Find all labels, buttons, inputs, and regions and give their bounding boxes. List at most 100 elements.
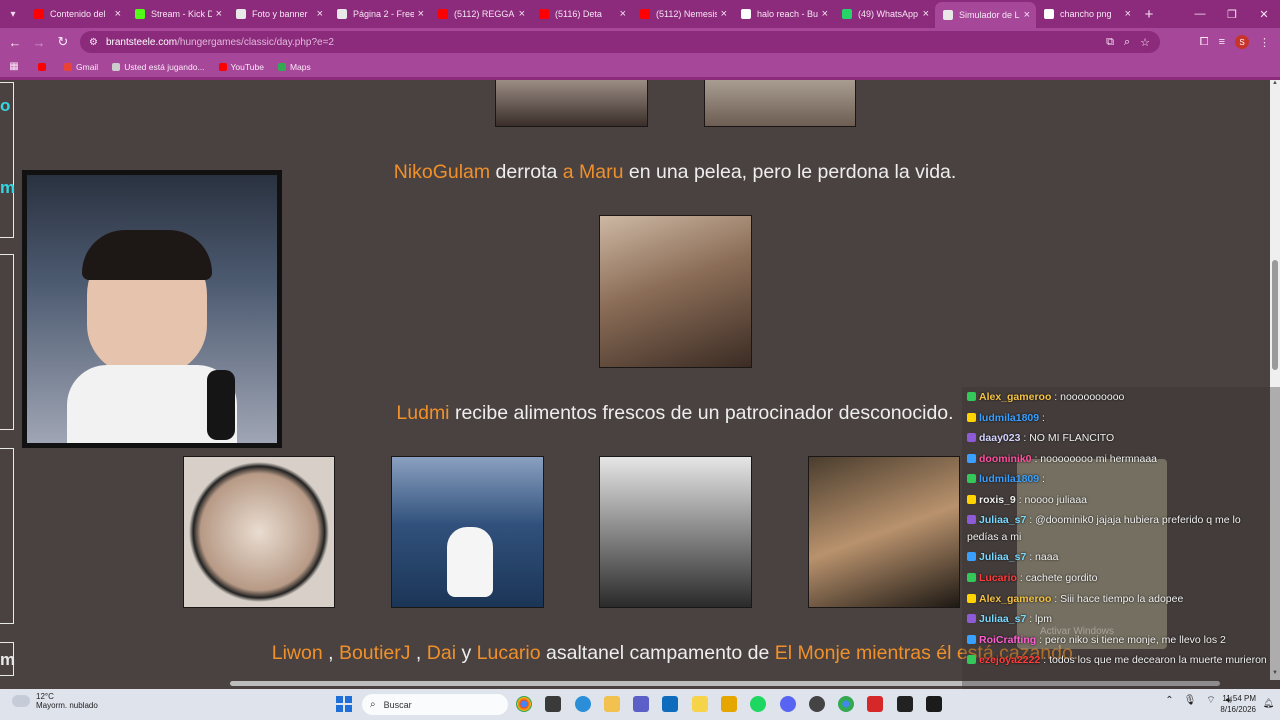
close-tab-icon[interactable]: ×	[418, 8, 424, 20]
chat-username: ludmila1809	[979, 412, 1040, 424]
chat-badge-icon	[967, 515, 976, 524]
close-window-icon[interactable]: ✕	[1248, 0, 1280, 28]
tribute-photo	[599, 456, 752, 608]
tab-search-icon[interactable]: ▾	[0, 0, 26, 28]
restore-icon[interactable]: ❐	[1216, 0, 1248, 28]
spotify-icon[interactable]	[750, 696, 766, 712]
browser-tab[interactable]: Página 2 - Free ×	[329, 0, 430, 28]
bookmark-item[interactable]: Usted está jugando...	[112, 62, 205, 72]
tribute-name: Ludmi	[396, 402, 450, 424]
network-icon[interactable]: ⌔	[1206, 694, 1215, 707]
teams-icon[interactable]	[633, 696, 649, 712]
chrome-icon[interactable]	[516, 696, 532, 712]
close-tab-icon[interactable]: ×	[923, 8, 929, 20]
discord-icon[interactable]	[780, 696, 796, 712]
chat-text: : cachete gordito	[1019, 572, 1098, 584]
address-bar[interactable]: ⚙ brantsteele.com/hungergames/classic/da…	[80, 31, 1160, 53]
chevron-up-icon[interactable]: ⌃	[1165, 695, 1173, 706]
minimize-icon[interactable]: —	[1184, 0, 1216, 28]
bookmark-item[interactable]: Maps	[277, 62, 311, 72]
reload-icon[interactable]: ↻	[51, 30, 75, 54]
back-icon[interactable]: ←	[3, 30, 27, 54]
youtube-icon	[640, 9, 650, 19]
task-view-icon[interactable]	[545, 696, 561, 712]
tribute-name: a Maru	[562, 161, 624, 183]
gmail-icon	[64, 62, 72, 71]
browser-tab[interactable]: Foto y banner ×	[228, 0, 329, 28]
translate-icon[interactable]: ⧉	[1106, 36, 1114, 49]
chat-message: Lucario : cachete gordito	[967, 570, 1272, 587]
profile-avatar[interactable]: S	[1235, 35, 1249, 49]
tab-title: halo reach - Bu	[757, 9, 818, 19]
chat-message: Juliaa_s7 : naaa	[967, 549, 1272, 566]
browser-tab[interactable]: Stream - Kick D ×	[127, 0, 228, 28]
notification-bell-icon[interactable]: 🔔︎	[1263, 698, 1274, 709]
close-tab-icon[interactable]: ×	[519, 8, 525, 20]
chat-badge-icon	[967, 655, 976, 664]
site-info-icon[interactable]: ⚙	[89, 37, 98, 48]
browser-tab[interactable]: halo reach - Bu ×	[733, 0, 834, 28]
app-icon[interactable]	[867, 696, 883, 712]
youtube-icon	[438, 9, 448, 19]
chat-username: Juliaa_s7	[979, 551, 1027, 563]
apps-grid-icon[interactable]: ▦	[0, 61, 28, 72]
new-tab-button[interactable]: +	[1137, 6, 1161, 23]
zoom-icon[interactable]: ⌕	[1124, 36, 1130, 49]
tribute-photo	[183, 456, 335, 608]
chat-username: Alex_gameroo	[979, 391, 1052, 403]
close-tab-icon[interactable]: ×	[317, 8, 323, 20]
media-controls-icon[interactable]: ≡	[1219, 36, 1225, 48]
close-tab-icon[interactable]: ×	[216, 8, 222, 20]
browser-tab[interactable]: Simulador de L ×	[935, 2, 1036, 28]
close-tab-icon[interactable]: ×	[721, 8, 727, 20]
edge-icon[interactable]	[575, 696, 591, 712]
close-tab-icon[interactable]: ×	[620, 8, 626, 20]
forward-icon[interactable]: →	[27, 30, 51, 54]
close-tab-icon[interactable]: ×	[822, 8, 828, 20]
close-tab-icon[interactable]: ×	[115, 8, 121, 20]
obs-icon[interactable]	[809, 696, 825, 712]
chat-username: Lucario	[979, 572, 1017, 584]
browser-tab[interactable]: (5116) Deta ×	[531, 0, 632, 28]
weather-widget[interactable]: 12°C Mayorm. nublado	[12, 692, 98, 710]
chrome-menu-icon[interactable]: ⋮	[1259, 36, 1270, 49]
search-placeholder: Buscar	[383, 699, 412, 710]
epic-games-icon[interactable]	[897, 696, 913, 712]
bookmark-item[interactable]: Gmail	[64, 62, 98, 72]
browser-toolbar: ← → ↻ ⚙ brantsteele.com/hungergames/clas…	[0, 28, 1280, 56]
browser-tab[interactable]: (49) WhatsApp ×	[834, 0, 935, 28]
chat-text: : NO MI FLANCITO	[1023, 432, 1115, 444]
chat-badge-icon	[967, 635, 976, 644]
app-icon[interactable]	[721, 696, 737, 712]
chat-username: roxis_9	[979, 494, 1016, 506]
windows-start-icon[interactable]	[336, 696, 352, 712]
browser-tab[interactable]: (5112) REGGAE ×	[430, 0, 531, 28]
chat-message: daay023 : NO MI FLANCITO	[967, 430, 1272, 447]
chat-text: :	[1042, 412, 1045, 424]
tab-strip: ▾ Contenido del × Stream - Kick D × Foto y b…	[0, 0, 1280, 28]
bookmark-item[interactable]	[38, 62, 50, 72]
taskbar-clock[interactable]: 11:54 PM 8/16/2026	[1220, 693, 1256, 715]
outlook-icon[interactable]	[662, 696, 678, 712]
browser-tab[interactable]: (5112) Nemesis ×	[632, 0, 733, 28]
chat-username: Juliaa_s7	[979, 514, 1027, 526]
taskbar-search[interactable]: ⌕ Buscar	[362, 694, 508, 715]
browser-tab[interactable]: chancho png ×	[1036, 0, 1137, 28]
scrollbar-thumb[interactable]	[1272, 260, 1278, 370]
chat-username: daay023	[979, 432, 1021, 444]
microphone-icon[interactable]: 🎙︎	[1184, 695, 1197, 706]
bookmark-item[interactable]: YouTube	[218, 62, 264, 72]
weather-temp: 12°C	[36, 692, 54, 701]
stream-overlay-text: o	[0, 96, 11, 115]
close-tab-icon[interactable]: ×	[1024, 9, 1030, 21]
sticky-notes-icon[interactable]	[692, 696, 708, 712]
close-tab-icon[interactable]: ×	[1125, 8, 1131, 20]
youtube-icon	[218, 62, 227, 71]
tribute-name: NikoGulam	[393, 161, 491, 183]
bookmark-star-icon[interactable]: ☆	[1140, 36, 1150, 49]
chrome-profile-icon[interactable]	[838, 696, 854, 712]
browser-tab[interactable]: Contenido del ×	[26, 0, 127, 28]
file-explorer-icon[interactable]	[604, 696, 620, 712]
capcut-icon[interactable]	[926, 696, 942, 712]
extensions-icon[interactable]: ⧠	[1200, 36, 1209, 49]
